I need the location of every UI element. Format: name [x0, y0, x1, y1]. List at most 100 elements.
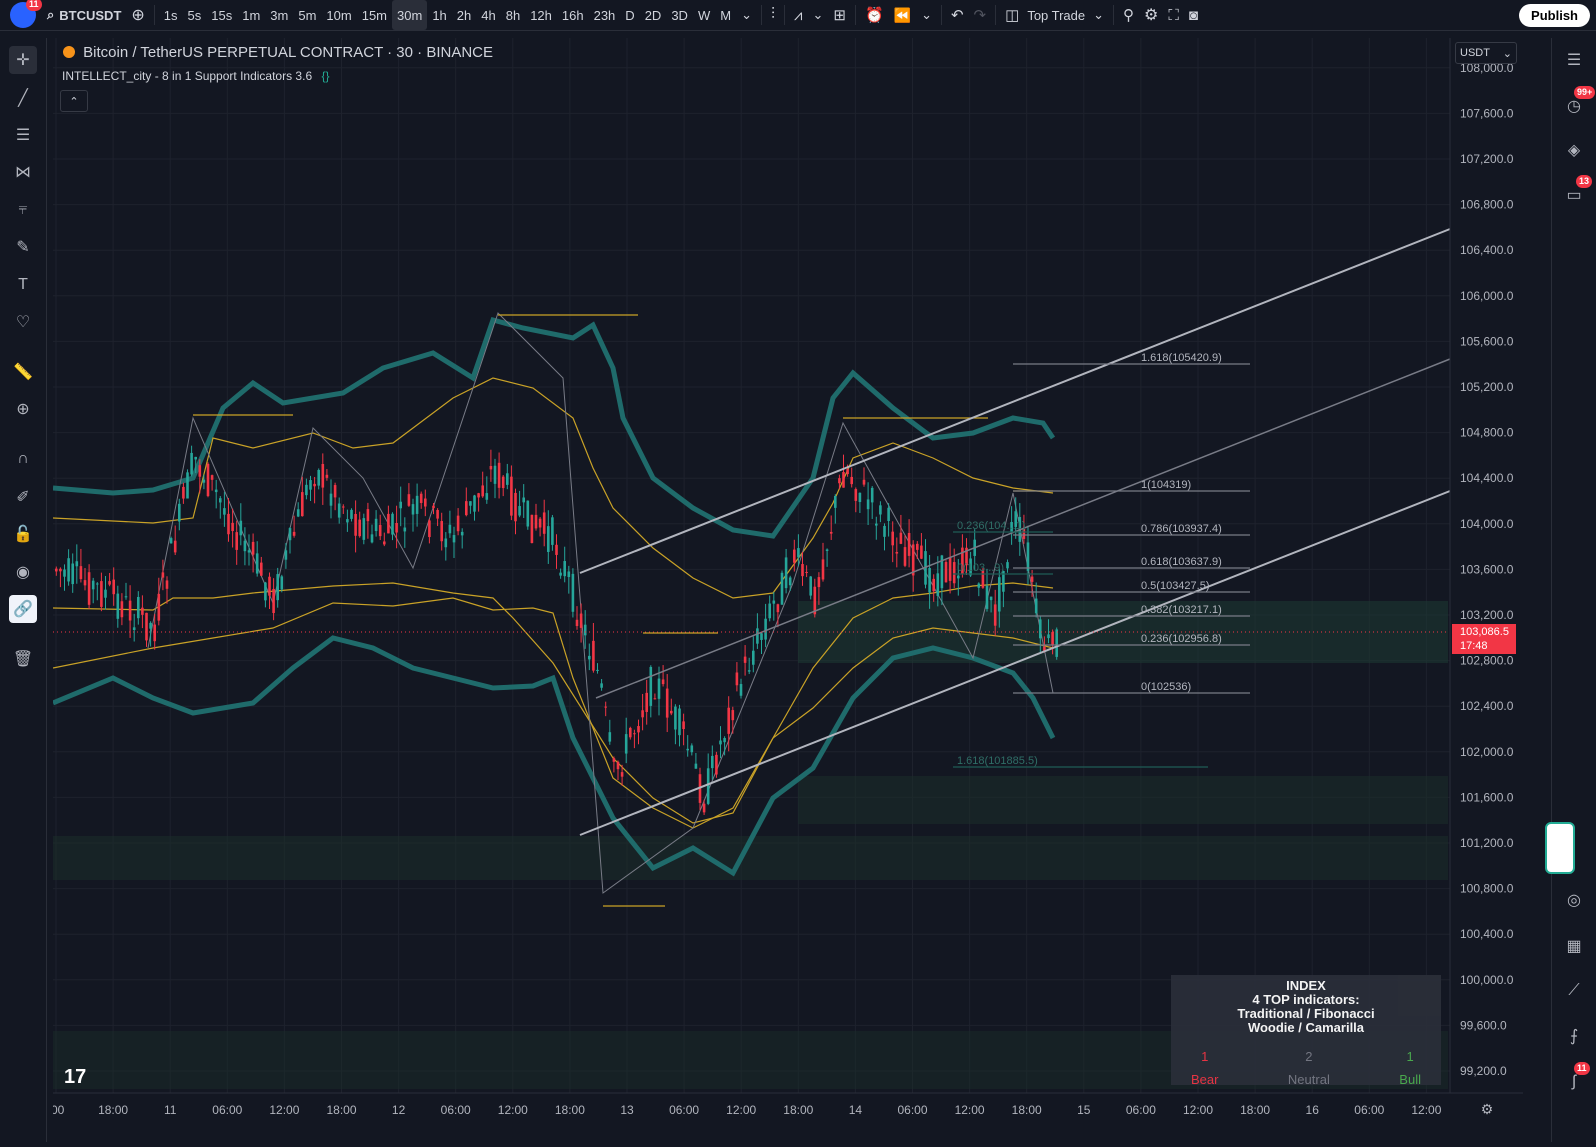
publish-button[interactable]: Publish [1519, 3, 1590, 27]
pattern-icon[interactable]: ⋈ [9, 158, 37, 186]
interval-23h[interactable]: 23h [589, 0, 621, 30]
symbol-search[interactable]: ⌕ BTCUSDT [42, 0, 126, 30]
interval-1m[interactable]: 1m [237, 0, 265, 30]
calendar-icon[interactable]: ▦ [1560, 932, 1588, 960]
redo-icon[interactable]: ↷ [969, 0, 992, 30]
interval-1s[interactable]: 1s [159, 0, 183, 30]
chat-icon[interactable]: ▭ 13 [1560, 175, 1593, 209]
interval-2h[interactable]: 2h [452, 0, 476, 30]
candle-body [383, 541, 386, 545]
zoom-in-icon[interactable]: ⊕ [9, 395, 37, 423]
symbol-legend[interactable]: Bitcoin / TetherUS PERPETUAL CONTRACT · … [63, 44, 493, 61]
undo-icon[interactable]: ↶ [946, 0, 969, 30]
layout-button[interactable]: ◫ Top Trade ⌄ [1000, 0, 1109, 30]
candle-body [362, 518, 366, 540]
candle-body [911, 544, 915, 576]
candle-body [374, 518, 378, 532]
replay-icon[interactable]: ⏪ [889, 0, 916, 30]
settings-gear-icon[interactable]: ⚙ [1139, 0, 1163, 30]
drawing-tree-icon[interactable]: ⟋ [1560, 977, 1588, 1005]
interval-30m[interactable]: 30m [392, 0, 428, 30]
interval-5m[interactable]: 5m [293, 0, 321, 30]
indicator-legend[interactable]: INTELLECT_city - 8 in 1 Support Indicato… [62, 69, 329, 83]
fullscreen-icon[interactable]: ⛶ [1163, 0, 1184, 30]
extension-tab-icon[interactable] [1545, 822, 1575, 874]
interval-5s[interactable]: 5s [183, 0, 207, 30]
interval-8h[interactable]: 8h [501, 0, 525, 30]
candle-body [551, 517, 554, 545]
price-tick: 106,000.0 [1460, 289, 1514, 303]
interval-15m[interactable]: 15m [357, 0, 392, 30]
chevron-down-icon[interactable]: ⌄ [736, 0, 757, 30]
brush-icon[interactable]: ✎ [9, 233, 37, 261]
candle-body [575, 619, 579, 627]
alert-icon[interactable]: ⏰ [860, 0, 889, 30]
trend-line-icon[interactable]: ╱ [9, 84, 37, 112]
source-code-icon[interactable]: {} [321, 69, 329, 83]
candle-body [653, 698, 657, 700]
chevron-down-icon[interactable]: ⌄ [807, 0, 828, 30]
trash-icon[interactable]: 🗑 [9, 645, 37, 673]
index-table: INDEX 4 TOP indicators: Traditional / Fi… [1171, 975, 1441, 1087]
candle-body [325, 474, 329, 478]
eye-icon[interactable]: ◉ [9, 558, 37, 586]
candles-icon[interactable]: ⫶ [766, 0, 780, 30]
time-tick: 12:00 [1183, 1103, 1213, 1117]
candle-body [715, 754, 718, 775]
watchlist-icon[interactable]: ☰ [1560, 46, 1588, 74]
layers-icon[interactable]: ◈ [1560, 136, 1588, 164]
price-tick: 106,400.0 [1460, 243, 1514, 257]
interval-D[interactable]: D [620, 0, 639, 30]
time-tick: 12:00 [955, 1103, 985, 1117]
candle-body [846, 469, 849, 475]
lock-drawing-icon[interactable]: ✐ [9, 483, 37, 511]
interval-12h[interactable]: 12h [525, 0, 557, 30]
text-icon[interactable]: T [9, 271, 37, 299]
time-tick: 18:00 [1012, 1103, 1042, 1117]
heart-icon[interactable]: ♡ [9, 308, 37, 336]
candle-body [165, 580, 169, 589]
quick-search-icon[interactable]: ⚲ [1118, 0, 1139, 30]
time-tick: 06:00 [441, 1103, 471, 1117]
compare-add-icon[interactable]: ⊕ [126, 0, 149, 30]
interval-16h[interactable]: 16h [557, 0, 589, 30]
price-tick: 101,600.0 [1460, 790, 1514, 804]
interval-1h[interactable]: 1h [427, 0, 451, 30]
current-price-value: 103,086.5 [1460, 626, 1509, 638]
candle-body [137, 596, 140, 619]
candle-body [309, 480, 312, 490]
forecast-icon[interactable]: ⫧ [9, 196, 37, 224]
time-settings-icon[interactable]: ⚙ [1481, 1101, 1494, 1117]
alerts-clock-icon[interactable]: ◷ 99+ [1560, 86, 1596, 120]
interval-4h[interactable]: 4h [476, 0, 500, 30]
crosshair-icon[interactable]: ✛ [9, 46, 37, 74]
chart-icon[interactable]: ⨍ [1560, 1022, 1588, 1050]
interval-15s[interactable]: 15s [206, 0, 237, 30]
candle-body [674, 706, 677, 730]
indicators-icon[interactable]: ⩘ [789, 0, 807, 30]
interval-2D[interactable]: 2D [640, 0, 667, 30]
candle-body [284, 550, 288, 560]
candle-body [301, 492, 304, 517]
link-icon[interactable]: 🔗 [9, 595, 37, 623]
camera-icon[interactable]: ◙ [1184, 0, 1203, 30]
magnet-icon[interactable]: ∩ [9, 445, 37, 473]
tradingview-logo-icon[interactable]: 17 [64, 1066, 86, 1089]
ruler-icon[interactable]: 📏 [9, 358, 37, 386]
templates-icon[interactable]: ⊞ [828, 0, 851, 30]
interval-3m[interactable]: 3m [265, 0, 293, 30]
fib-retracement-icon[interactable]: ☰ [9, 121, 37, 149]
candle-body [665, 688, 669, 718]
lock-icon[interactable]: 🔓 [9, 520, 37, 548]
ideas-stream-icon[interactable]: ʃ 11 [1560, 1062, 1590, 1096]
interval-M[interactable]: M [715, 0, 736, 30]
currency-select[interactable]: USDT ⌄ [1455, 42, 1517, 64]
target-icon[interactable]: ◎ [1560, 886, 1588, 914]
chevron-down-icon[interactable]: ⌄ [916, 0, 937, 30]
interval-W[interactable]: W [693, 0, 715, 30]
interval-10m[interactable]: 10m [321, 0, 356, 30]
collapse-legend-button[interactable]: ⌃ [60, 90, 88, 112]
interval-3D[interactable]: 3D [666, 0, 693, 30]
user-avatar[interactable]: 11 [10, 0, 42, 28]
time-tick: 18:00 [555, 1103, 585, 1117]
